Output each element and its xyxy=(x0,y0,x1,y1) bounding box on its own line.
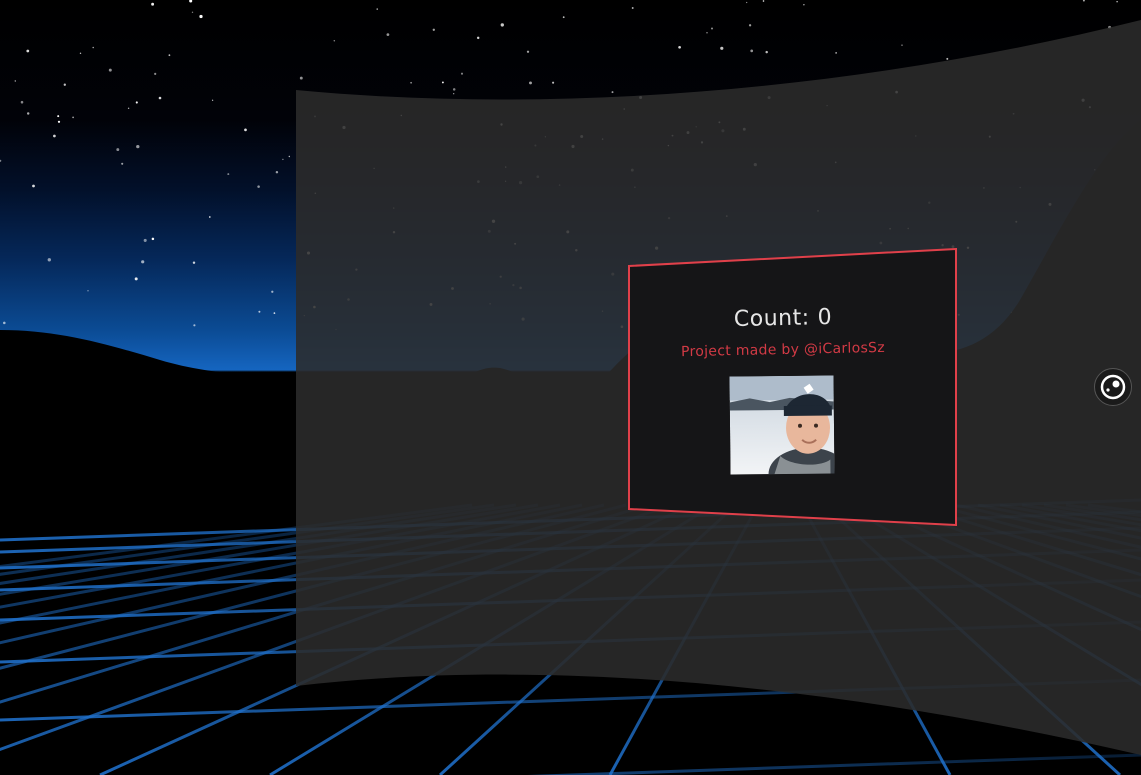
star xyxy=(0,159,2,162)
star xyxy=(258,310,261,313)
star xyxy=(333,40,336,42)
star xyxy=(611,91,614,94)
star xyxy=(500,23,504,27)
star xyxy=(386,33,390,36)
star xyxy=(32,184,35,188)
star xyxy=(552,81,555,84)
author-avatar[interactable] xyxy=(729,375,835,475)
star xyxy=(631,7,634,9)
star xyxy=(136,144,140,149)
star xyxy=(762,0,765,2)
star xyxy=(748,24,752,27)
star xyxy=(710,27,714,30)
star xyxy=(57,115,60,118)
info-card: Count: 0 Project made by @iCarlosSz xyxy=(628,248,958,526)
star xyxy=(476,36,480,40)
world-layer xyxy=(0,0,1141,775)
enter-vr-button[interactable] xyxy=(1094,368,1132,406)
star xyxy=(116,148,120,152)
star xyxy=(453,93,455,95)
star xyxy=(53,134,56,138)
star xyxy=(135,101,138,104)
star xyxy=(432,28,435,31)
avatar-photo xyxy=(729,375,835,475)
star xyxy=(288,155,290,158)
star xyxy=(154,72,157,75)
star xyxy=(57,120,61,123)
star xyxy=(526,50,530,53)
star xyxy=(92,46,94,49)
star xyxy=(720,46,724,50)
star xyxy=(946,57,949,60)
star xyxy=(63,83,66,86)
star xyxy=(1116,0,1118,3)
star xyxy=(441,81,444,84)
star xyxy=(151,2,155,6)
star xyxy=(26,49,30,53)
star xyxy=(901,44,903,46)
star xyxy=(47,258,51,262)
star xyxy=(72,116,74,119)
star xyxy=(192,261,196,264)
count-value: 0 xyxy=(817,304,833,331)
star xyxy=(108,68,112,72)
star xyxy=(158,96,162,100)
star xyxy=(79,52,82,54)
count-label: Count: xyxy=(733,305,810,333)
star xyxy=(121,162,124,165)
star xyxy=(168,54,171,57)
star xyxy=(746,1,748,4)
star xyxy=(191,11,194,13)
star xyxy=(257,185,260,188)
star xyxy=(141,260,145,264)
star xyxy=(134,277,138,281)
star xyxy=(529,81,532,85)
star xyxy=(275,170,279,174)
star xyxy=(199,14,203,19)
star xyxy=(750,49,754,53)
star xyxy=(765,50,768,54)
star xyxy=(211,99,214,101)
star xyxy=(14,80,17,82)
vr-headset-icon xyxy=(1100,374,1126,400)
star xyxy=(460,72,464,75)
star xyxy=(803,4,805,6)
star xyxy=(193,324,196,327)
star xyxy=(562,16,565,19)
star xyxy=(299,76,303,80)
star xyxy=(20,100,24,104)
star xyxy=(244,128,247,132)
star xyxy=(143,238,147,242)
star xyxy=(26,112,30,115)
star xyxy=(678,45,681,49)
vr-scene[interactable]: Count: 0 Project made by @iCarlosSz xyxy=(0,0,1141,775)
star xyxy=(127,107,130,110)
star xyxy=(282,158,284,161)
star xyxy=(227,173,230,176)
star xyxy=(151,237,155,241)
star xyxy=(3,321,6,325)
star xyxy=(189,0,193,3)
star xyxy=(273,312,276,314)
star xyxy=(410,81,412,84)
star xyxy=(1082,0,1085,2)
star xyxy=(452,88,456,91)
star xyxy=(271,290,274,293)
star xyxy=(376,8,378,10)
star xyxy=(706,32,708,34)
star xyxy=(87,290,89,292)
star xyxy=(835,52,837,54)
star xyxy=(208,216,211,218)
